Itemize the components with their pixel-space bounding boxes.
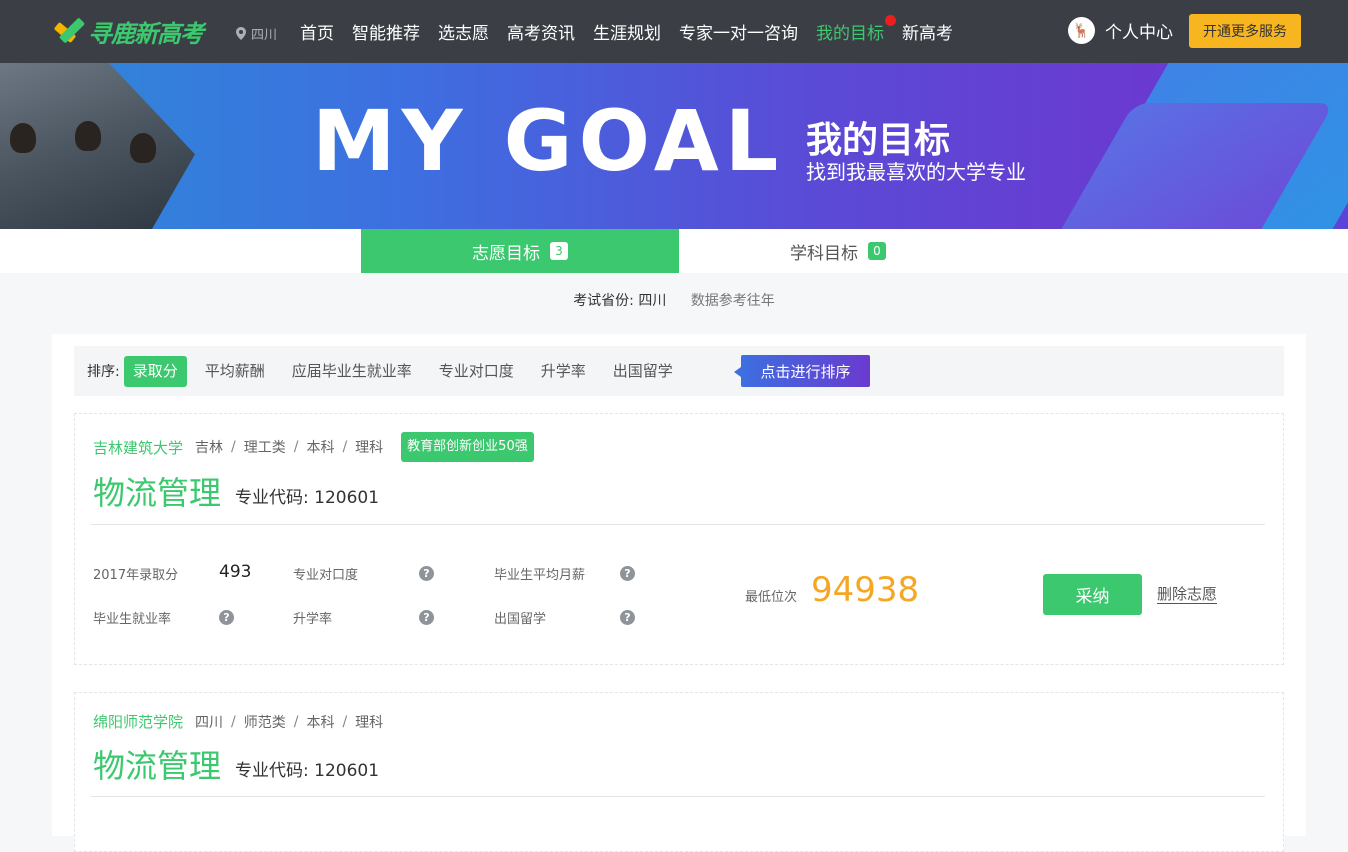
university-name[interactable]: 绵阳师范学院 xyxy=(93,711,183,732)
sort-bar: 排序: 录取分 平均薪酬 应届毕业生就业率 专业对口度 升学率 出国留学 点击进… xyxy=(74,346,1284,396)
data-reference-note: 数据参考往年 xyxy=(690,293,775,309)
further-study-label: 升学率 xyxy=(293,612,333,627)
university-level: 本科 xyxy=(306,440,335,456)
goal-card: 吉林建筑大学 吉林 / 理工类 / 本科 / 理科 教育部创新创业50强 物流管… xyxy=(74,413,1284,665)
subject-category: 理科 xyxy=(355,714,384,731)
more-services-button[interactable]: 开通更多服务 xyxy=(1189,14,1301,48)
location-text: 四川 xyxy=(251,28,278,43)
tab-label: 学科目标 xyxy=(790,243,858,264)
nav-exam-news[interactable]: 高考资讯 xyxy=(507,19,575,44)
nav-my-goal[interactable]: 我的目标 xyxy=(816,15,896,44)
employment-rate-label: 毕业生就业率 xyxy=(93,612,172,627)
tab-count-badge: 0 xyxy=(868,242,886,260)
deer-avatar-icon: 🦌 xyxy=(1068,17,1095,44)
banner-big-text: MY GOAL xyxy=(312,92,785,190)
card-divider xyxy=(91,796,1265,797)
sort-by-admission-score[interactable]: 录取分 xyxy=(123,355,187,387)
avg-salary-label: 毕业生平均月薪 xyxy=(494,568,586,583)
exam-province-info: 考试省份: 四川 数据参考往年 xyxy=(0,290,1348,310)
top-navbar: 寻鹿新高考 四川 首页 智能推荐 选志愿 高考资讯 生涯规划 专家一对一咨询 我… xyxy=(0,0,1348,63)
admission-score-value: 493 xyxy=(219,562,252,582)
sort-by-major-match[interactable]: 专业对口度 xyxy=(430,356,523,387)
admission-score-label: 2017年录取分 xyxy=(93,568,179,583)
sort-label: 排序: xyxy=(87,364,120,380)
university-region: 四川 xyxy=(195,714,224,731)
apply-sort-button[interactable]: 点击进行排序 xyxy=(734,355,870,387)
sort-by-further-study[interactable]: 升学率 xyxy=(532,356,595,387)
major-match-label: 专业对口度 xyxy=(293,568,359,583)
card-header: 吉林建筑大学 吉林 / 理工类 / 本科 / 理科 教育部创新创业50强 xyxy=(93,432,534,462)
tab-application-goal[interactable]: 志愿目标 3 xyxy=(361,229,679,273)
help-icon[interactable]: ? xyxy=(419,566,434,581)
students-photo xyxy=(0,63,195,229)
logo-mark-icon xyxy=(52,16,82,48)
university-type: 理工类 xyxy=(243,440,286,456)
card-header: 绵阳师范学院 四川 / 师范类 / 本科 / 理科 xyxy=(93,711,384,732)
user-center[interactable]: 🦌 个人中心 xyxy=(1068,17,1173,44)
help-icon[interactable]: ? xyxy=(219,610,234,625)
adopt-button[interactable]: 采纳 xyxy=(1043,574,1142,615)
main-menu: 首页 智能推荐 选志愿 高考资讯 生涯规划 专家一对一咨询 我的目标 新高考 xyxy=(300,0,971,63)
province-label: 考试省份: xyxy=(573,293,634,309)
help-icon[interactable]: ? xyxy=(419,610,434,625)
card-divider xyxy=(91,524,1265,525)
goal-banner: MY GOAL 我的目标 找到我最喜欢的大学专业 xyxy=(0,63,1348,229)
major-name[interactable]: 物流管理 xyxy=(93,741,221,787)
site-logo[interactable]: 寻鹿新高考 xyxy=(52,14,204,49)
sort-by-study-abroad[interactable]: 出国留学 xyxy=(604,356,682,387)
sort-by-employment-rate[interactable]: 应届毕业生就业率 xyxy=(283,356,421,387)
tab-subject-goal[interactable]: 学科目标 0 xyxy=(679,229,997,273)
major-code: 专业代码: 120601 xyxy=(235,488,380,508)
user-center-label: 个人中心 xyxy=(1105,23,1173,43)
delete-application-link[interactable]: 删除志愿 xyxy=(1157,586,1218,604)
university-region: 吉林 xyxy=(195,440,224,456)
nav-career-planning[interactable]: 生涯规划 xyxy=(593,19,661,44)
banner-subtitle: 找到我最喜欢的大学专业 xyxy=(806,160,1026,184)
goal-tabs: 志愿目标 3 学科目标 0 xyxy=(0,229,1348,273)
sort-by-average-salary[interactable]: 平均薪酬 xyxy=(196,356,274,387)
goal-list-panel: 排序: 录取分 平均薪酬 应届毕业生就业率 专业对口度 升学率 出国留学 点击进… xyxy=(52,334,1306,852)
honor-badge: 教育部创新创业50强 xyxy=(401,432,534,462)
major-name[interactable]: 物流管理 xyxy=(93,468,221,514)
university-type: 师范类 xyxy=(243,714,286,731)
logo-text: 寻鹿新高考 xyxy=(88,20,204,48)
university-name[interactable]: 吉林建筑大学 xyxy=(93,437,183,458)
nav-expert-consult[interactable]: 专家一对一咨询 xyxy=(679,19,798,44)
notification-dot xyxy=(885,15,896,26)
university-level: 本科 xyxy=(306,714,335,731)
nav-home[interactable]: 首页 xyxy=(300,19,334,44)
help-icon[interactable]: ? xyxy=(620,610,635,625)
study-abroad-label: 出国留学 xyxy=(494,612,547,627)
tab-label: 志愿目标 xyxy=(472,243,540,264)
nav-smart-recommend[interactable]: 智能推荐 xyxy=(352,19,420,44)
location-selector[interactable]: 四川 xyxy=(236,24,277,43)
lowest-rank-label: 最低位次 xyxy=(745,590,798,605)
tab-count-badge: 3 xyxy=(550,242,568,260)
province-value: 四川 xyxy=(638,293,667,309)
map-pin-icon xyxy=(236,27,246,40)
subject-category: 理科 xyxy=(355,440,384,456)
goal-card: 绵阳师范学院 四川 / 师范类 / 本科 / 理科 物流管理 专业代码: 120… xyxy=(74,692,1284,852)
nav-new-gaokao[interactable]: 新高考 xyxy=(902,19,953,44)
lowest-rank-value: 94938 xyxy=(811,570,920,610)
nav-choose-application[interactable]: 选志愿 xyxy=(438,19,489,44)
nav-my-goal-label: 我的目标 xyxy=(816,24,884,44)
major-code: 专业代码: 120601 xyxy=(235,761,380,781)
help-icon[interactable]: ? xyxy=(620,566,635,581)
